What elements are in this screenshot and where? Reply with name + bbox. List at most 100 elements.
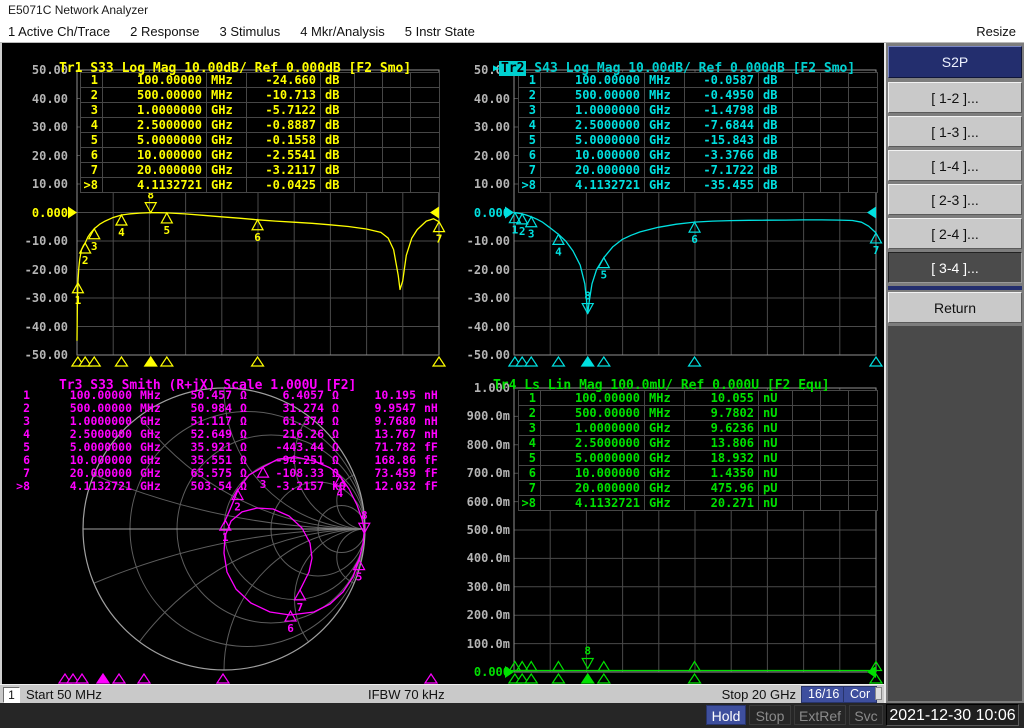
svg-text:1: 1 <box>222 531 229 544</box>
tr2-ref-arrows <box>505 207 876 219</box>
tr1-trace <box>77 213 439 341</box>
y-axis-label: 800.0m <box>446 438 510 452</box>
marker-row: 720.000000GHz475.96pU <box>519 481 878 496</box>
y-axis-label: -10.00 <box>4 234 68 248</box>
tr1-header[interactable]: Tr1 S33 Log Mag 10.00dB/ Ref 0.000dB [F2… <box>12 46 411 91</box>
tr3-header-text: S33 Smith (R+jX) Scale 1.000U [F2] <box>82 378 356 393</box>
y-axis-label: 0.000 <box>4 206 68 220</box>
svc-indicator: Svc <box>849 705 883 725</box>
y-axis-label: -30.00 <box>446 291 510 305</box>
svg-text:6: 6 <box>254 231 261 244</box>
y-axis-label: -10.00 <box>446 234 510 248</box>
tr2-marker-4: 4 <box>553 234 564 258</box>
tr1-ref-arrows <box>68 207 439 219</box>
marker-row: 610.000000GHz35.551Ω-94.251Ω168.86fF <box>10 454 450 467</box>
menu-bar: 1 Active Ch/Trace 2 Response 3 Stimulus 4 M… <box>0 21 1024 43</box>
tr1-marker-3: 3 <box>89 229 100 253</box>
y-axis-label: -20.00 <box>4 263 68 277</box>
tr2-header-text: S43 Log Mag 10.00dB/ Ref 0.000dB [F2 Smo… <box>526 61 855 76</box>
tr4-header[interactable]: Tr4 Ls Lin Mag 100.0mU/ Ref 0.000U [F2 E… <box>446 363 830 408</box>
softkey-button-1-3[interactable]: [ 1-3 ]... <box>888 116 1022 147</box>
y-axis-label: -40.00 <box>4 320 68 334</box>
marker-row: 610.000000GHz-2.5541dB <box>81 148 440 163</box>
tr4-marker-2 <box>517 662 528 671</box>
marker-row: 610.000000GHz1.4350nU <box>519 466 878 481</box>
svg-text:7: 7 <box>436 233 443 246</box>
softkey-button-1-2[interactable]: [ 1-2 ]... <box>888 82 1022 113</box>
svg-text:5: 5 <box>164 224 171 237</box>
menu-item-1[interactable]: 1 Active Ch/Trace <box>8 24 110 39</box>
svg-text:3: 3 <box>91 240 98 253</box>
softkey-button-2-4[interactable]: [ 2-4 ]... <box>888 218 1022 249</box>
menu-item-4[interactable]: 4 Mkr/Analysis <box>300 24 385 39</box>
tr4-header-text: Ls Lin Mag 100.0mU/ Ref 0.000U [F2 Equ] <box>516 378 829 393</box>
tr2-marker-8: 8 <box>582 290 593 314</box>
tr1-label: Tr1 <box>59 61 82 76</box>
tr1-marker-7: 7 <box>434 222 445 246</box>
tr2-marker-7: 7 <box>871 233 882 257</box>
bottom-bar: Hold Stop ExtRef Svc 2021-12-30 10:06 <box>0 703 1024 728</box>
tr2-label: Tr2 <box>499 61 526 76</box>
tr3-stimulus-markers <box>59 674 437 683</box>
y-axis-label: 0.000 <box>446 206 510 220</box>
svg-text:6: 6 <box>287 622 294 635</box>
tr3-marker-8: 8 <box>359 509 370 533</box>
softkey-button-2-3[interactable]: [ 2-3 ]... <box>888 184 1022 215</box>
y-axis-label: 40.00 <box>4 92 68 106</box>
tr1-marker-4: 4 <box>116 215 127 239</box>
tr4-marker-3 <box>526 662 537 671</box>
correction-badge: Cor <box>843 686 877 703</box>
tr2-marker-2: 2 <box>517 214 528 238</box>
svg-text:7: 7 <box>873 244 880 257</box>
resize-button[interactable]: Resize <box>976 24 1016 39</box>
marker-row: >84.1132721GHz-35.455dB <box>519 178 878 193</box>
y-axis-label: 500.0m <box>446 523 510 537</box>
svg-text:4: 4 <box>555 245 562 258</box>
stop-frequency: Stop 20 GHz <box>700 687 796 702</box>
tr2-trace <box>514 213 876 314</box>
y-axis-label: 900.0m <box>446 409 510 423</box>
datetime-display: 2021-12-30 10:06 <box>886 704 1019 726</box>
tr4-marker-5 <box>598 662 609 671</box>
svg-text:6: 6 <box>691 233 698 246</box>
tr4-marker-6 <box>689 662 700 671</box>
tr4-stimulus-markers <box>509 674 882 683</box>
hold-indicator: Hold <box>706 705 746 725</box>
marker-row: >84.1132721GHz503.54Ω-3.2157kΩ12.032fF <box>10 480 450 493</box>
tr2-header[interactable]: ▶Tr2 S43 Log Mag 10.00dB/ Ref 0.000dB [F… <box>446 46 855 91</box>
svg-text:8: 8 <box>361 509 368 522</box>
marker-row: 55.0000000GHz-0.1558dB <box>81 133 440 148</box>
svg-text:1: 1 <box>512 224 519 237</box>
svg-text:5: 5 <box>601 269 608 282</box>
vna-window: E5071C Network Analyzer 1 Active Ch/Trac… <box>0 0 1024 728</box>
marker-row: 720.000000GHz-7.1722dB <box>519 163 878 178</box>
softkey-button-3-4[interactable]: [ 3-4 ]... <box>888 252 1022 283</box>
tr1-marker-2: 2 <box>80 243 91 267</box>
tr1-header-text: S33 Log Mag 10.00dB/ Ref 0.000dB [F2 Smo… <box>82 61 411 76</box>
menu-item-3[interactable]: 3 Stimulus <box>220 24 281 39</box>
menu-item-2[interactable]: 2 Response <box>130 24 199 39</box>
y-axis-label: 700.0m <box>446 466 510 480</box>
svg-text:7: 7 <box>297 601 304 614</box>
marker-row: 31.0000000GHz-1.4798dB <box>519 103 878 118</box>
marker-row: 31.0000000GHz51.117Ω61.374Ω9.7680nH <box>10 415 450 428</box>
softkey-menu-title: S2P <box>888 46 1022 78</box>
menu-item-5[interactable]: 5 Instr State <box>405 24 475 39</box>
y-axis-label: 400.0m <box>446 551 510 565</box>
extref-indicator: ExtRef <box>794 705 846 725</box>
svg-text:2: 2 <box>234 501 241 514</box>
softkey-button-1-4[interactable]: [ 1-4 ]... <box>888 150 1022 181</box>
window-title: E5071C Network Analyzer <box>0 0 1024 21</box>
tr3-header[interactable]: Tr3 S33 Smith (R+jX) Scale 1.000U [F2] <box>12 363 356 408</box>
y-axis-label: 0.000 <box>446 665 510 679</box>
marker-row: 55.0000000GHz35.921Ω-443.44Ω71.782fF <box>10 441 450 454</box>
marker-row: 31.0000000GHz-5.7122dB <box>81 103 440 118</box>
tr4-marker-1 <box>509 662 520 671</box>
status-end-box <box>875 687 882 700</box>
tr1-marker-6: 6 <box>252 220 263 244</box>
tr4-marker-table: 1100.00000MHz10.055nU2500.00000MHz9.7802… <box>518 390 878 511</box>
sweep-count-badge: 16/16 <box>801 686 846 703</box>
return-button[interactable]: Return <box>888 292 1022 323</box>
marker-row: >84.1132721GHz20.271nU <box>519 496 878 511</box>
marker-row: 720.000000GHz-3.2117dB <box>81 163 440 178</box>
